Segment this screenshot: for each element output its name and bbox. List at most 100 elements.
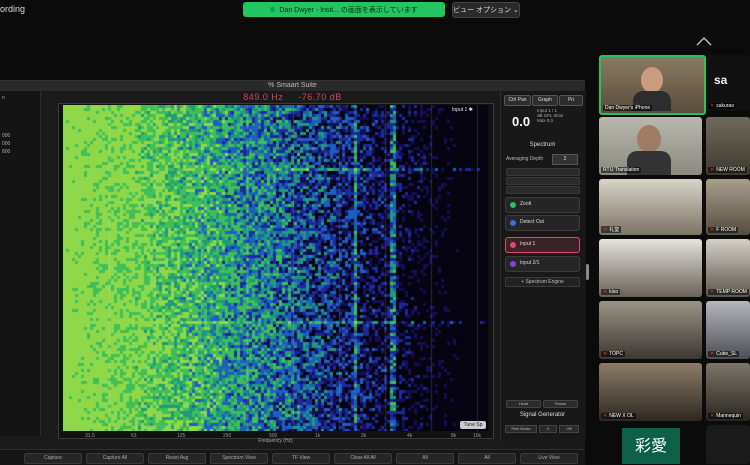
level-value: 0.0 bbox=[512, 114, 531, 129]
participant-tile[interactable]: ✕ TOPC bbox=[599, 301, 702, 359]
mic-muted-icon: ✕ bbox=[603, 289, 608, 295]
left-data-panel: n 000 000 800 bbox=[0, 91, 41, 436]
participant-tile[interactable]: ✕ Mannequin bbox=[706, 363, 750, 421]
toolbar-button[interactable]: Reset Avg bbox=[148, 453, 206, 464]
signal-type-select[interactable]: Pink Noise bbox=[505, 425, 537, 433]
participant-tile[interactable]: sa ✕ sakurao bbox=[706, 55, 750, 111]
measurement-label: Input 2/1 bbox=[520, 260, 540, 266]
share-banner-text: Dan Dwyer - Insit... の画面を表示しています bbox=[279, 6, 418, 14]
toolbar-button[interactable]: TF View bbox=[272, 453, 330, 464]
pause-button[interactable]: Pause bbox=[543, 400, 578, 408]
participant-tile[interactable]: ✕ Cube_SL bbox=[706, 301, 750, 359]
mic-muted-icon: ✕ bbox=[710, 351, 715, 357]
measurement-label: Input 1 bbox=[520, 241, 536, 247]
left-panel-row[interactable]: 000 bbox=[2, 141, 10, 147]
measurement-label: Detect Out bbox=[520, 219, 544, 225]
share-indicator-icon bbox=[270, 7, 276, 12]
participant-tile[interactable]: ✕ kiso bbox=[599, 239, 702, 297]
shared-app-window: % Smaart Suite 849.0 Hz -76.70 dB n 000 … bbox=[0, 80, 586, 465]
tab-graph[interactable]: Graph bbox=[532, 95, 558, 106]
toolbar-button[interactable]: All bbox=[458, 453, 516, 464]
left-panel-row[interactable]: n bbox=[2, 95, 5, 101]
mic-muted-icon: ✕ bbox=[710, 167, 715, 173]
control-slider[interactable] bbox=[506, 186, 580, 194]
signal-generator-controls: Pink Noise 0 Off bbox=[505, 425, 579, 439]
chevron-up-icon[interactable] bbox=[696, 36, 712, 46]
screen-share-banner[interactable]: Dan Dwyer - Insit... の画面を表示しています bbox=[243, 2, 445, 17]
view-options-button[interactable]: ビュー オプション ⌄ bbox=[452, 2, 520, 18]
x-axis-label: Frequency (Hz) bbox=[258, 438, 293, 444]
measurement-label: Zoolt bbox=[520, 201, 532, 207]
toolbar-button[interactable]: Live View bbox=[520, 453, 578, 464]
averaging-label: Averaging Depth bbox=[506, 156, 544, 162]
toolbar-button[interactable]: Clear All All bbox=[334, 453, 392, 464]
control-slider[interactable] bbox=[506, 177, 580, 185]
add-spectrum-engine-button[interactable]: + Spectrum Engine bbox=[505, 277, 580, 287]
toolbar-button[interactable]: Capture All bbox=[86, 453, 144, 464]
banner-logo: 彩愛 bbox=[622, 428, 680, 464]
toolbar-button[interactable]: Spectrum View bbox=[210, 453, 268, 464]
spectrograph-display[interactable] bbox=[63, 105, 488, 431]
participant-name: ✕ kiso bbox=[601, 289, 621, 295]
signal-generator-header: Signal Generator bbox=[519, 412, 566, 418]
participant-tile[interactable]: ✕ 礼堂 bbox=[599, 179, 702, 235]
recording-label: ording bbox=[0, 4, 26, 14]
mic-muted-icon: ✕ bbox=[710, 227, 715, 233]
participant-tile[interactable]: RTIJ Translation bbox=[599, 117, 702, 175]
toolbar-button[interactable]: Capture bbox=[24, 453, 82, 464]
participant-name: Dan Dwyer's iPhone bbox=[603, 105, 653, 111]
participant-name: ✕ Cube_SL bbox=[708, 351, 740, 357]
spectrum-section-header: Spectrum bbox=[529, 142, 556, 148]
participant-tile[interactable]: ✕ TEMP ROOM bbox=[706, 239, 750, 297]
participant-tile[interactable] bbox=[706, 425, 750, 464]
participant-name: ✕ F ROOM bbox=[708, 227, 739, 233]
toolbar-button[interactable]: All bbox=[396, 453, 454, 464]
panel-resize-handle[interactable] bbox=[586, 264, 589, 280]
plot-input-label: Input 1 ✱ bbox=[452, 107, 473, 113]
mic-muted-icon: ✕ bbox=[710, 413, 715, 419]
participant-tile[interactable]: ✕ NEW X OL bbox=[599, 363, 702, 421]
control-slider[interactable] bbox=[506, 168, 580, 176]
cursor-readout: 849.0 Hz -76.70 dB bbox=[0, 92, 585, 102]
left-panel-row[interactable]: 800 bbox=[2, 149, 10, 155]
measurement-item-active[interactable]: Input 1 bbox=[505, 237, 580, 253]
mic-muted-icon: ✕ bbox=[710, 103, 715, 109]
participant-initials: sa bbox=[714, 73, 728, 87]
measurement-item[interactable]: Detect Out bbox=[505, 215, 580, 231]
tune-button[interactable]: Tune Sp bbox=[460, 421, 486, 429]
participant-name: ✕ TOPC bbox=[601, 351, 626, 357]
participant-name: ✕ NEW ROOM bbox=[708, 167, 747, 173]
measurement-item[interactable]: Zoolt bbox=[505, 197, 580, 213]
mic-muted-icon: ✕ bbox=[603, 351, 608, 357]
left-panel-row[interactable]: 000 bbox=[2, 133, 10, 139]
participant-name: RTIJ Translation bbox=[601, 167, 642, 173]
status-led-icon bbox=[510, 202, 516, 208]
participant-name: ✕ sakurao bbox=[708, 103, 736, 109]
participant-tile[interactable]: ✕ NEW ROOM bbox=[706, 117, 750, 175]
mic-muted-icon: ✕ bbox=[710, 289, 715, 295]
participant-face bbox=[637, 125, 661, 153]
tab-ctrl-pan[interactable]: Ctrl Pan bbox=[504, 95, 531, 106]
participant-name: ✕ Mannequin bbox=[708, 413, 743, 419]
participant-tile[interactable]: ✕ F ROOM bbox=[706, 179, 750, 235]
status-led-icon bbox=[510, 220, 516, 226]
participant-tile-self[interactable]: Dan Dwyer's iPhone bbox=[599, 55, 706, 115]
participant-face bbox=[641, 67, 663, 93]
status-led-icon bbox=[510, 261, 516, 267]
signal-toggle[interactable]: Off bbox=[559, 425, 579, 433]
mic-muted-icon: ✕ bbox=[603, 227, 608, 233]
window-title: % Smaart Suite bbox=[0, 81, 585, 91]
readout-level: -76.70 dB bbox=[298, 92, 342, 102]
signal-level-field[interactable]: 0 bbox=[539, 425, 557, 433]
tab-pri[interactable]: Pri bbox=[559, 95, 583, 106]
mic-muted-icon: ✕ bbox=[603, 413, 608, 419]
participant-name: ✕ 礼堂 bbox=[601, 226, 622, 233]
bottom-toolbar: Capture Capture All Reset Avg Spectrum V… bbox=[0, 449, 585, 465]
participant-name: ✕ TEMP ROOM bbox=[708, 289, 749, 295]
head-button[interactable]: Head bbox=[506, 400, 541, 408]
level-info-line: Max 0.0 bbox=[537, 118, 554, 123]
status-led-icon bbox=[510, 242, 516, 248]
readout-frequency: 849.0 Hz bbox=[243, 92, 284, 102]
measurement-item[interactable]: Input 2/1 bbox=[505, 256, 580, 272]
averaging-select[interactable]: 2 bbox=[552, 154, 578, 165]
